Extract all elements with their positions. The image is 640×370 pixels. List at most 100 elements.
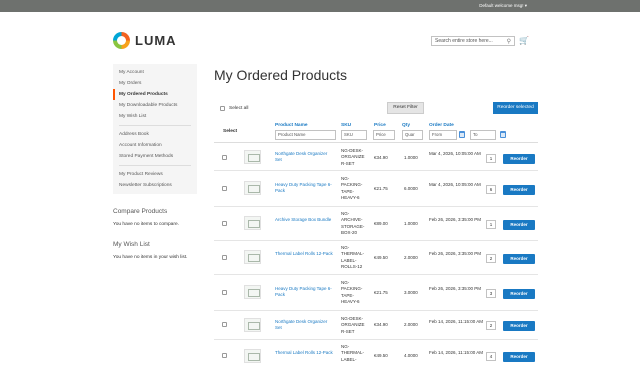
- product-thumbnail[interactable]: [244, 318, 261, 332]
- reorder-qty-input[interactable]: 3: [486, 289, 496, 298]
- product-thumbnail[interactable]: [244, 250, 261, 264]
- select-all-label: Select all: [229, 105, 249, 111]
- page-title: My Ordered Products: [214, 67, 348, 83]
- ordered-qty: 1.0000: [404, 221, 418, 226]
- calendar-to-icon[interactable]: [500, 131, 506, 138]
- product-price: €49.50: [374, 353, 388, 358]
- product-thumbnail[interactable]: [244, 181, 261, 195]
- row-select-checkbox[interactable]: [222, 155, 227, 160]
- nav-my-downloadable-products[interactable]: My Downloadable Products: [113, 100, 197, 111]
- nav-newsletter-subscriptions[interactable]: Newsletter Subscriptions: [113, 180, 197, 191]
- nav-my-orders[interactable]: My Orders: [113, 78, 197, 89]
- product-price: €34.90: [374, 322, 388, 327]
- reorder-selected-button[interactable]: Reorder selected: [493, 102, 538, 114]
- table-row: Thermal Label Rolls 12-Pack NG-THERMAL-L…: [214, 340, 538, 370]
- filter-date-to-input[interactable]: To: [470, 130, 496, 140]
- product-name-link[interactable]: Northgate Desk Organizer Set: [275, 151, 333, 164]
- reorder-button[interactable]: Reorder: [503, 289, 535, 299]
- product-thumbnail[interactable]: [244, 216, 261, 230]
- row-select-checkbox[interactable]: [222, 322, 227, 327]
- reorder-button[interactable]: Reorder: [503, 220, 535, 230]
- column-order-date[interactable]: Order Date: [429, 123, 454, 128]
- nav-my-account[interactable]: My Account: [113, 67, 197, 78]
- wish-list-block: My Wish List You have no items in your w…: [113, 241, 197, 260]
- account-nav: My Account My Orders My Ordered Products…: [113, 64, 197, 194]
- product-sku: NG-THERMAL-LABEL-ROLLS-12: [341, 245, 365, 269]
- row-select-checkbox[interactable]: [222, 255, 227, 260]
- order-date: Feb 26, 2026, 3:35:00 PM: [429, 286, 482, 291]
- reorder-button[interactable]: Reorder: [503, 321, 535, 331]
- row-select-checkbox[interactable]: [222, 290, 227, 295]
- column-price[interactable]: Price: [374, 123, 386, 128]
- table-row: Heavy Duty Packing Tape 6-Pack NG-PACKIN…: [214, 171, 538, 207]
- reorder-qty-input[interactable]: 2: [486, 321, 496, 330]
- filter-date-from-input[interactable]: From: [429, 130, 457, 140]
- product-name-link[interactable]: Northgate Desk Organizer Set: [275, 319, 333, 332]
- table-header: Select Product Name SKU Price Qty Order …: [214, 121, 538, 143]
- top-bar: Default welcome msg! ▾: [0, 0, 640, 12]
- reset-filter-button[interactable]: Reset Filter: [387, 102, 424, 114]
- row-select-checkbox[interactable]: [222, 186, 227, 191]
- product-sku: NG-PACKING-TAPE-HEAVY-6: [341, 280, 363, 304]
- filter-sku-input[interactable]: SKU: [341, 130, 367, 140]
- product-name-link[interactable]: Thermal Label Rolls 12-Pack: [275, 350, 333, 356]
- reorder-qty-input[interactable]: 6: [486, 185, 496, 194]
- main-content: My Ordered Products Select all Reset Fil…: [214, 64, 538, 363]
- product-name-link[interactable]: Heavy Duty Packing Tape 6-Pack: [275, 286, 333, 299]
- table-row: Northgate Desk Organizer Set NG-DESK-ORG…: [214, 311, 538, 340]
- ordered-qty: 4.0000: [404, 353, 418, 358]
- product-thumbnail[interactable]: [244, 150, 261, 164]
- nav-my-wish-list[interactable]: My Wish List: [113, 111, 197, 122]
- nav-account-information[interactable]: Account Information: [113, 140, 197, 151]
- nav-address-book[interactable]: Address Book: [113, 129, 197, 140]
- compare-products-title: Compare Products: [113, 208, 168, 215]
- nav-stored-payment-methods[interactable]: Stored Payment Methods: [113, 151, 197, 162]
- filter-price-input[interactable]: Price: [373, 130, 395, 140]
- filter-qty-input[interactable]: Quar: [402, 130, 423, 140]
- table-row: Northgate Desk Organizer Set NG-DESK-ORG…: [214, 145, 538, 171]
- logo-text: LUMA: [135, 33, 177, 48]
- nav-my-product-reviews[interactable]: My Product Reviews: [113, 169, 197, 180]
- compare-products-text: You have no items to compare.: [113, 222, 179, 227]
- ordered-qty: 1.0000: [404, 155, 418, 160]
- column-qty[interactable]: Qty: [402, 123, 410, 128]
- calendar-from-icon[interactable]: [459, 131, 465, 138]
- reorder-button[interactable]: Reorder: [503, 154, 535, 164]
- nav-divider: [119, 165, 191, 166]
- product-thumbnail[interactable]: [244, 285, 261, 299]
- ordered-qty: 3.0000: [404, 290, 418, 295]
- product-name-link[interactable]: Heavy Duty Packing Tape 6-Pack: [275, 182, 333, 195]
- column-sku[interactable]: SKU: [341, 123, 351, 128]
- wish-list-text: You have no items in your wish list.: [113, 255, 188, 260]
- product-name-link[interactable]: Thermal Label Rolls 12-Pack: [275, 251, 333, 257]
- reorder-qty-input[interactable]: 1: [486, 154, 496, 163]
- row-select-checkbox[interactable]: [222, 221, 227, 226]
- product-price: €34.90: [374, 155, 388, 160]
- reorder-qty-input[interactable]: 1: [486, 220, 496, 229]
- reorder-qty-input[interactable]: 2: [486, 254, 496, 263]
- select-all-checkbox[interactable]: [220, 105, 225, 111]
- product-name-link[interactable]: Archive Storage Box Bundle: [275, 217, 333, 223]
- header: LUMA Search entire store here... ⚲ 🛒: [0, 12, 640, 52]
- wish-list-title: My Wish List: [113, 241, 150, 248]
- search-placeholder: Search entire store here...: [435, 38, 493, 44]
- logo[interactable]: LUMA: [113, 32, 177, 49]
- reorder-button[interactable]: Reorder: [503, 254, 535, 264]
- search-input[interactable]: Search entire store here... ⚲: [431, 36, 515, 46]
- product-thumbnail[interactable]: [244, 349, 261, 363]
- table-row: Thermal Label Rolls 12-Pack NG-THERMAL-L…: [214, 241, 538, 275]
- cart-icon[interactable]: 🛒: [519, 36, 529, 45]
- welcome-message[interactable]: Default welcome msg! ▾: [479, 3, 527, 9]
- search-icon[interactable]: ⚲: [507, 38, 511, 45]
- column-select: Select: [223, 129, 238, 134]
- nav-my-ordered-products[interactable]: My Ordered Products: [113, 89, 197, 100]
- reorder-button[interactable]: Reorder: [503, 185, 535, 195]
- product-price: €49.50: [374, 255, 388, 260]
- order-date: Feb 14, 2026, 11:15:00 AM: [429, 350, 483, 355]
- column-product-name[interactable]: Product Name: [275, 123, 308, 128]
- filter-product-name-input[interactable]: Product Name: [275, 130, 336, 140]
- reorder-button[interactable]: Reorder: [503, 352, 535, 362]
- row-select-checkbox[interactable]: [222, 353, 227, 358]
- nav-divider: [119, 125, 191, 126]
- table-row: Heavy Duty Packing Tape 6-Pack NG-PACKIN…: [214, 275, 538, 311]
